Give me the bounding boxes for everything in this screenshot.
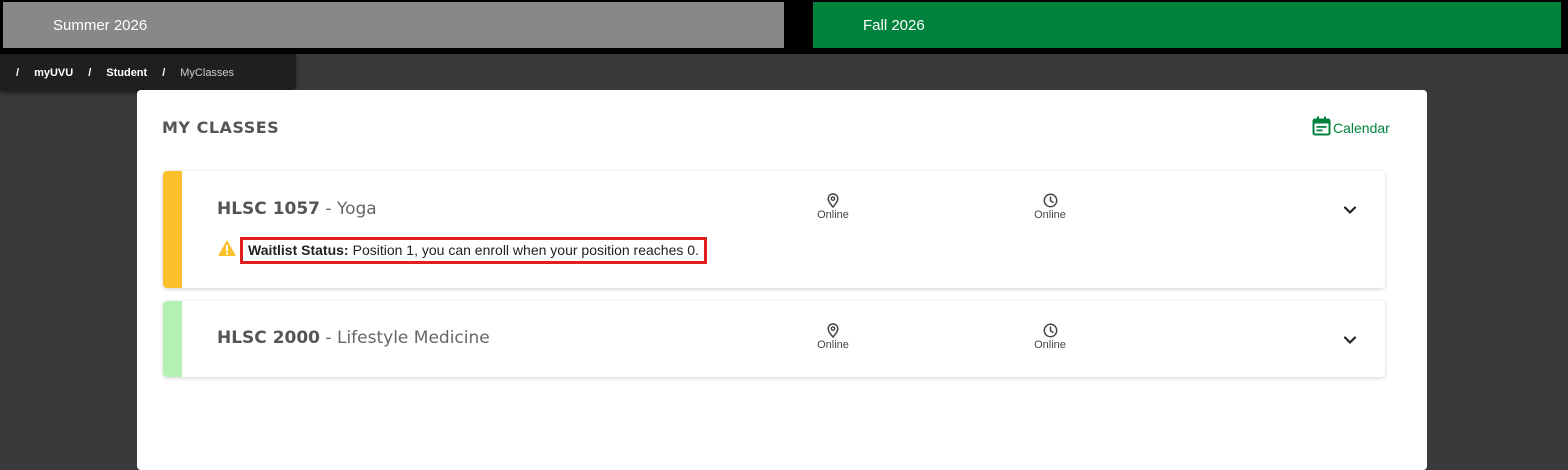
breadcrumb-link-myuvu[interactable]: myUVU (34, 67, 73, 79)
term-selector-bar: Summer 2026 Fall 2026 (0, 0, 1568, 54)
class-location: Online (803, 323, 863, 351)
waitlist-status: Waitlist Status: Position 1, you can enro… (217, 237, 707, 264)
status-stripe (163, 171, 182, 288)
location-text: Online (817, 209, 849, 221)
class-location: Online (803, 193, 863, 221)
calendar-button[interactable]: Calendar (1312, 116, 1390, 139)
breadcrumb-separator: / (16, 66, 20, 79)
course-dash: - (325, 328, 332, 348)
waitlist-label: Waitlist Status: (248, 242, 349, 258)
warning-icon (217, 239, 237, 262)
clock-icon (1020, 193, 1080, 208)
class-row-hlsc-2000[interactable]: HLSC 2000 - Lifestyle Medicine Online On… (163, 301, 1385, 377)
chevron-down-icon (1343, 332, 1357, 349)
class-row-hlsc-1057[interactable]: HLSC 1057 - Yoga Online Online Waitlist … (163, 171, 1385, 288)
course-title: HLSC 1057 - Yoga (217, 199, 377, 219)
class-time: Online (1020, 323, 1080, 351)
status-stripe (163, 301, 182, 377)
term-tab-fall-2026[interactable]: Fall 2026 (813, 2, 1561, 48)
clock-icon (1020, 323, 1080, 338)
course-name: Lifestyle Medicine (336, 328, 490, 348)
course-code: HLSC 1057 (217, 199, 321, 219)
map-pin-icon (803, 323, 863, 338)
waitlist-message: Position 1, you can enroll when your pos… (352, 242, 699, 258)
calendar-icon (1312, 116, 1333, 139)
term-tab-label: Summer 2026 (53, 16, 148, 34)
breadcrumb-link-student[interactable]: Student (106, 67, 147, 79)
page-title: MY CLASSES (162, 118, 280, 137)
time-text: Online (1034, 339, 1066, 351)
breadcrumb-separator: / (162, 66, 166, 79)
waitlist-message-box: Waitlist Status: Position 1, you can enro… (240, 237, 707, 264)
time-text: Online (1034, 209, 1066, 221)
my-classes-card: MY CLASSES Calendar HLSC 1057 - Yoga Onl… (137, 90, 1427, 470)
term-tab-summer-2026[interactable]: Summer 2026 (3, 2, 784, 48)
breadcrumb: / myUVU / Student / MyClasses (0, 54, 296, 91)
term-tab-label: Fall 2026 (863, 16, 925, 34)
course-name: Yoga (336, 199, 377, 219)
expand-class-button[interactable] (1343, 332, 1357, 350)
course-title: HLSC 2000 - Lifestyle Medicine (217, 328, 490, 348)
calendar-label: Calendar (1333, 119, 1390, 136)
breadcrumb-current-page: MyClasses (180, 66, 235, 79)
location-text: Online (817, 339, 849, 351)
breadcrumb-separator: / (88, 66, 92, 79)
map-pin-icon (803, 193, 863, 208)
course-dash: - (325, 199, 332, 219)
chevron-down-icon (1343, 202, 1357, 219)
class-time: Online (1020, 193, 1080, 221)
expand-class-button[interactable] (1343, 202, 1357, 220)
course-code: HLSC 2000 (217, 328, 321, 348)
